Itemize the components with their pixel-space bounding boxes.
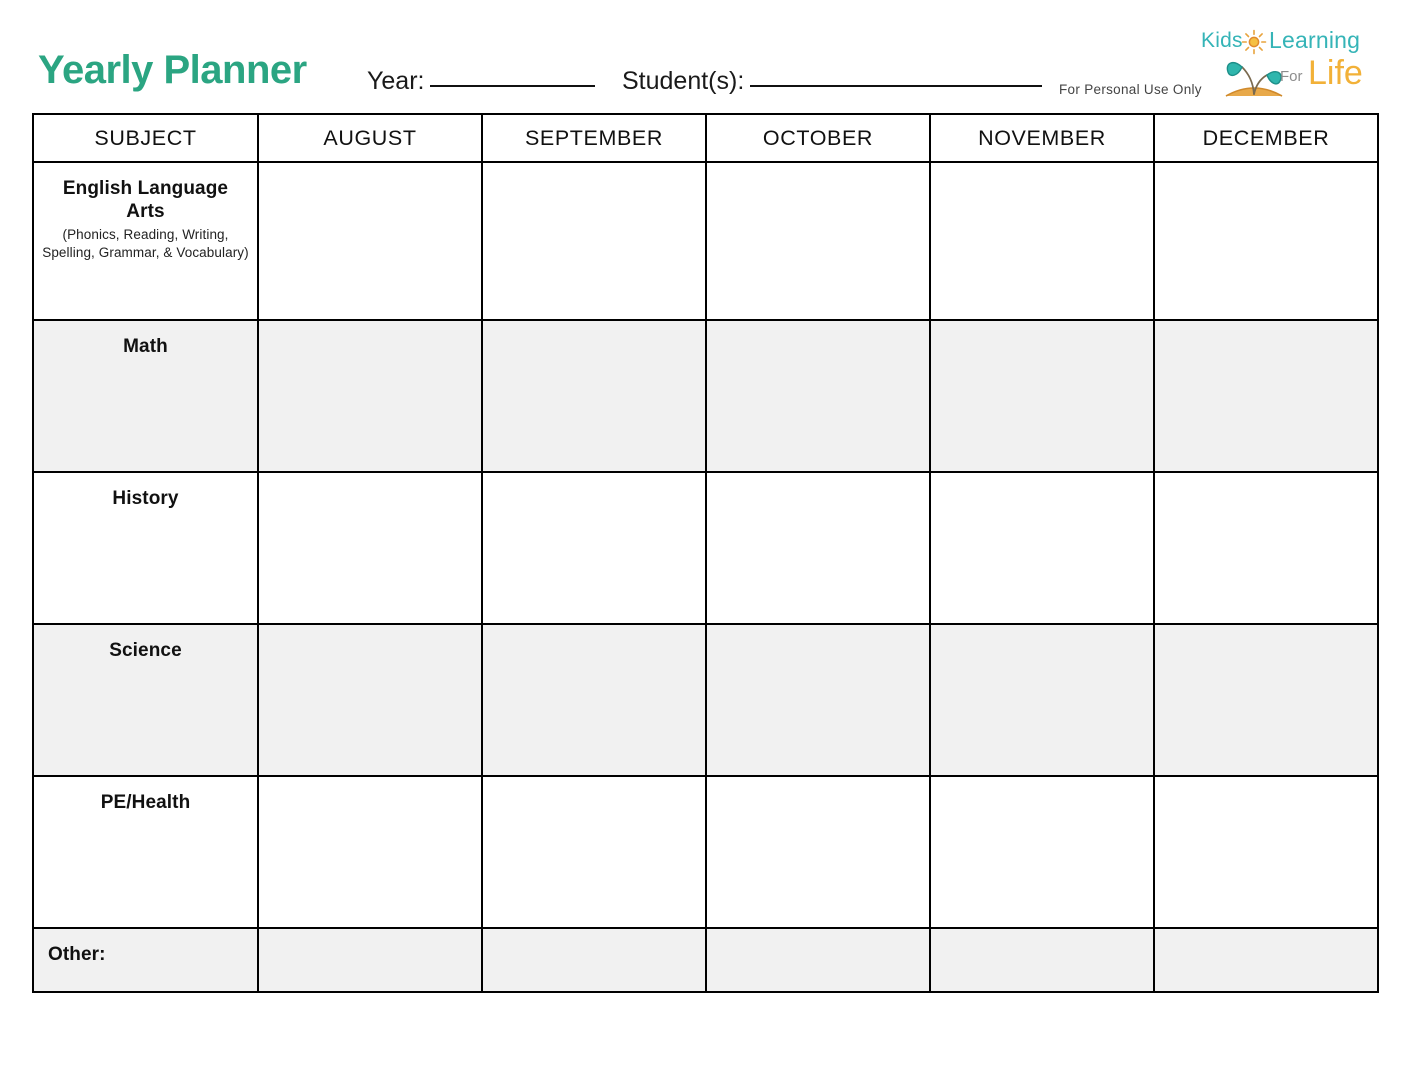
planner-cell[interactable]	[257, 775, 483, 929]
subject-cell: Science	[32, 623, 259, 777]
table-row: English Language Arts (Phonics, Reading, …	[32, 161, 1379, 321]
planner-cell[interactable]	[481, 161, 707, 321]
planner-cell[interactable]	[705, 775, 931, 929]
column-header-subject: SUBJECT	[32, 113, 259, 163]
year-input-line[interactable]	[430, 85, 596, 87]
column-header-october: OCTOBER	[705, 113, 931, 163]
brand-logo: Kids Learning For Life	[1196, 22, 1363, 100]
planner-cell[interactable]	[705, 927, 931, 993]
planner-table: SUBJECT AUGUST SEPTEMBER OCTOBER NOVEMBE…	[32, 113, 1379, 993]
yearly-planner-page: Yearly Planner Year: Student(s): For Per…	[0, 0, 1408, 1088]
planner-cell[interactable]	[929, 161, 1155, 321]
logo-text-learning: Learning	[1269, 27, 1361, 53]
student-field-group: Student(s):	[622, 67, 1043, 95]
table-row: Other:	[32, 927, 1379, 993]
subject-cell: Other:	[32, 927, 259, 993]
planner-cell[interactable]	[257, 927, 483, 993]
subject-label: English Language Arts	[62, 178, 229, 223]
planner-cell[interactable]	[1153, 775, 1379, 929]
subject-label: Other:	[48, 944, 106, 965]
planner-cell[interactable]	[929, 471, 1155, 625]
student-label: Student(s):	[622, 67, 745, 95]
planner-cell[interactable]	[1153, 927, 1379, 993]
table-header-row: SUBJECT AUGUST SEPTEMBER OCTOBER NOVEMBE…	[32, 113, 1379, 163]
logo-text-life: Life	[1308, 54, 1363, 92]
planner-cell[interactable]	[257, 161, 483, 321]
personal-use-notice: For Personal Use Only	[1059, 82, 1202, 97]
logo-text-for: For	[1280, 68, 1303, 85]
planner-cell[interactable]	[929, 319, 1155, 473]
planner-cell[interactable]	[705, 161, 931, 321]
table-row: Math	[32, 319, 1379, 473]
planner-cell[interactable]	[929, 623, 1155, 777]
table-row: Science	[32, 623, 1379, 777]
subject-cell: History	[32, 471, 259, 625]
column-header-august: AUGUST	[257, 113, 483, 163]
table-row: History	[32, 471, 1379, 625]
subject-label: Science	[109, 640, 182, 661]
subject-sublabel: (Phonics, Reading, Writing, Spelling, Gr…	[42, 227, 249, 261]
planner-cell[interactable]	[1153, 161, 1379, 321]
subject-cell: Math	[32, 319, 259, 473]
column-header-december: DECEMBER	[1153, 113, 1379, 163]
planner-cell[interactable]	[1153, 319, 1379, 473]
table-body: English Language Arts (Phonics, Reading, …	[32, 161, 1379, 993]
planner-cell[interactable]	[929, 927, 1155, 993]
planner-cell[interactable]	[705, 623, 931, 777]
planner-cell[interactable]	[705, 471, 931, 625]
planner-cell[interactable]	[481, 471, 707, 625]
year-label: Year:	[367, 67, 425, 95]
planner-cell[interactable]	[481, 775, 707, 929]
subject-label: PE/Health	[100, 792, 191, 813]
planner-cell[interactable]	[1153, 471, 1379, 625]
subject-cell: English Language Arts (Phonics, Reading, …	[32, 161, 259, 321]
subject-label: History	[112, 488, 179, 509]
column-header-september: SEPTEMBER	[481, 113, 707, 163]
planner-cell[interactable]	[481, 623, 707, 777]
planner-cell[interactable]	[705, 319, 931, 473]
year-field-group: Year:	[367, 67, 596, 95]
subject-label: Math	[123, 336, 168, 357]
planner-cell[interactable]	[257, 319, 483, 473]
planner-cell[interactable]	[929, 775, 1155, 929]
planner-cell[interactable]	[481, 319, 707, 473]
page-title: Yearly Planner	[38, 48, 307, 92]
table-row: PE/Health	[32, 775, 1379, 929]
planner-cell[interactable]	[257, 623, 483, 777]
page-header: Yearly Planner Year: Student(s): For Per…	[0, 0, 1408, 112]
planner-cell[interactable]	[481, 927, 707, 993]
planner-cell[interactable]	[257, 471, 483, 625]
planner-cell[interactable]	[1153, 623, 1379, 777]
column-header-november: NOVEMBER	[929, 113, 1155, 163]
subject-cell: PE/Health	[32, 775, 259, 929]
logo-text-kids: Kids	[1201, 29, 1243, 52]
student-input-line[interactable]	[750, 85, 1043, 87]
